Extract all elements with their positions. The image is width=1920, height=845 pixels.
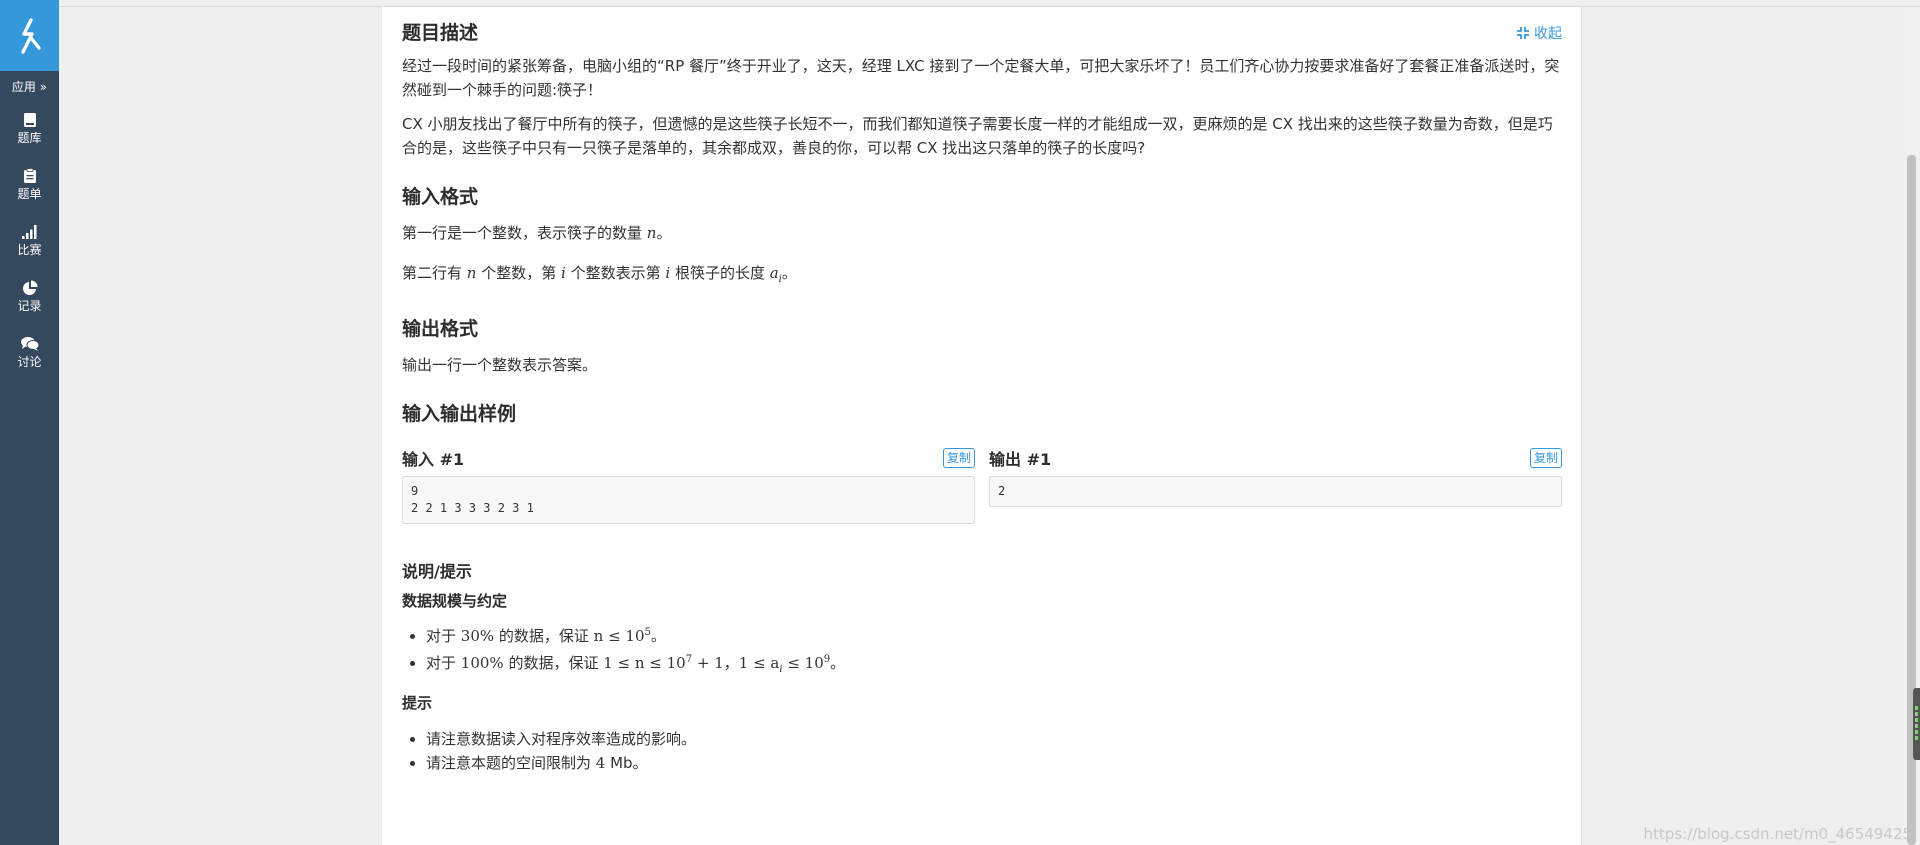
text-span: 个整数表示第 <box>565 264 666 282</box>
text-span: 的数据，保证 <box>503 654 604 672</box>
problem-content: 题目描述 收起 经过一段时间的紧张筹备，电脑小组的“RP 餐厅”终于开业了，这天… <box>402 20 1562 775</box>
collapse-label: 收起 <box>1534 26 1562 42</box>
sample-input-header: 输入 #1 复制 <box>402 447 975 469</box>
text-span: 。 <box>781 264 797 282</box>
tip-list: 请注意数据读入对程序效率造成的影响。 请注意本题的空间限制为 4 Mb。 <box>402 727 1562 775</box>
list-item: 请注意本题的空间限制为 4 Mb。 <box>426 751 1562 775</box>
math-span: n ≤ 10 <box>593 627 645 645</box>
problem-card: 题目描述 收起 经过一段时间的紧张筹备，电脑小组的“RP 餐厅”终于开业了，这天… <box>381 7 1582 845</box>
input-format-line-1: 第一行是一个整数，表示筷子的数量 n。 <box>402 221 1562 245</box>
description-header: 题目描述 收起 <box>402 20 1562 46</box>
collapse-button[interactable]: 收起 <box>1516 23 1562 43</box>
edge-widget[interactable] <box>1913 688 1920 760</box>
text-span: 。 <box>656 224 672 242</box>
text-span: 。 <box>830 654 846 672</box>
list-item: 对于 30% 的数据，保证 n ≤ 105。 <box>426 621 1562 648</box>
nav-label: 记录 <box>17 299 42 313</box>
math-span: 1 ≤ n ≤ 10 <box>603 654 686 672</box>
nav-label: 讨论 <box>17 355 42 369</box>
top-border <box>59 0 1920 7</box>
comments-icon <box>20 337 39 351</box>
nav-records[interactable]: 记录 <box>0 272 59 320</box>
copy-input-button[interactable]: 复制 <box>942 448 975 468</box>
nav-label: 比赛 <box>17 243 42 257</box>
math-var: n <box>646 224 657 242</box>
text-span: 对于 <box>426 654 461 672</box>
logo[interactable] <box>0 0 59 71</box>
math-var: n <box>466 264 477 282</box>
nav-label: 题库 <box>17 131 42 145</box>
output-format-title: 输出格式 <box>402 318 479 340</box>
compress-icon <box>1517 27 1529 39</box>
input-format-line-2: 第二行有 n 个整数，第 i 个整数表示第 i 根筷子的长度 ai。 <box>402 261 1562 292</box>
nav-problems[interactable]: 题库 <box>0 104 59 152</box>
math-span: + 1 <box>692 654 724 672</box>
math-span: 30% <box>460 627 495 645</box>
text-span: 根筷子的长度 <box>670 264 770 282</box>
sample-output-code[interactable]: 2 <box>989 476 1562 507</box>
list-item: 请注意数据读入对程序效率造成的影响。 <box>426 727 1562 751</box>
text-span: 。 <box>650 627 666 645</box>
text-span: 对于 <box>426 627 461 645</box>
text-span: 请注意本题的空间限制为 <box>426 754 596 772</box>
text-span: Mb。 <box>605 754 648 772</box>
math-span: 100% <box>460 654 504 672</box>
text-span: 的数据，保证 <box>494 627 594 645</box>
input-format-title: 输入格式 <box>402 186 479 208</box>
pie-chart-icon <box>22 280 37 295</box>
sample-output-header: 输出 #1 复制 <box>989 447 1562 469</box>
nav-discuss[interactable]: 讨论 <box>0 328 59 376</box>
copy-output-button[interactable]: 复制 <box>1529 448 1562 468</box>
level-meter-icon <box>1915 706 1918 742</box>
description-paragraph-2: CX 小朋友找出了餐厅中所有的筷子，但遗憾的是这些筷子长短不一，而我们都知道筷子… <box>402 115 1553 157</box>
tip-title: 提示 <box>402 694 433 712</box>
signal-bars-icon <box>21 225 36 239</box>
description-paragraph-1: 经过一段时间的紧张筹备，电脑小组的“RP 餐厅”终于开业了，这天，经理 LXC … <box>402 57 1560 99</box>
text-span: ， <box>723 654 739 672</box>
nav-contests[interactable]: 比赛 <box>0 216 59 264</box>
sample-input-label: 输入 #1 <box>402 450 465 469</box>
text-span: 第一行是一个整数，表示筷子的数量 <box>402 224 647 242</box>
description-title: 题目描述 <box>402 22 479 44</box>
sample-input-code[interactable]: 9 2 2 1 3 3 3 2 3 1 <box>402 476 975 524</box>
math-span: 1 ≤ a <box>738 654 780 672</box>
sidebar: 应用 » 题库 题单 比赛 记录 讨论 <box>0 0 59 845</box>
clipboard-icon <box>23 168 36 183</box>
output-format-text: 输出一行一个整数表示答案。 <box>402 356 598 374</box>
sample-input: 输入 #1 复制 9 2 2 1 3 3 3 2 3 1 <box>402 447 975 524</box>
sample-output: 输出 #1 复制 2 <box>989 447 1562 524</box>
samples-title: 输入输出样例 <box>402 403 517 425</box>
math-span: 4 <box>595 754 606 772</box>
nav-label: 题单 <box>17 187 42 201</box>
book-icon <box>23 113 36 127</box>
hint-title: 说明/提示 <box>402 562 472 581</box>
apps-menu[interactable]: 应用 » <box>0 78 59 96</box>
text-span: 第二行有 <box>402 264 467 282</box>
scale-title: 数据规模与约定 <box>402 592 508 610</box>
math-var: a <box>769 264 779 282</box>
math-span: ≤ 10 <box>782 654 824 672</box>
nav-problem-lists[interactable]: 题单 <box>0 160 59 208</box>
text-span: 个整数，第 <box>476 264 561 282</box>
watermark: https://blog.csdn.net/m0_46549425 <box>1643 825 1912 843</box>
sample-output-label: 输出 #1 <box>989 450 1052 469</box>
luogu-logo-icon <box>20 17 41 54</box>
list-item: 对于 100% 的数据，保证 1 ≤ n ≤ 107 + 1，1 ≤ ai ≤ … <box>426 648 1562 682</box>
scale-list: 对于 30% 的数据，保证 n ≤ 105。 对于 100% 的数据，保证 1 … <box>402 621 1562 682</box>
samples: 输入 #1 复制 9 2 2 1 3 3 3 2 3 1 输出 #1 复制 2 <box>402 447 1562 524</box>
